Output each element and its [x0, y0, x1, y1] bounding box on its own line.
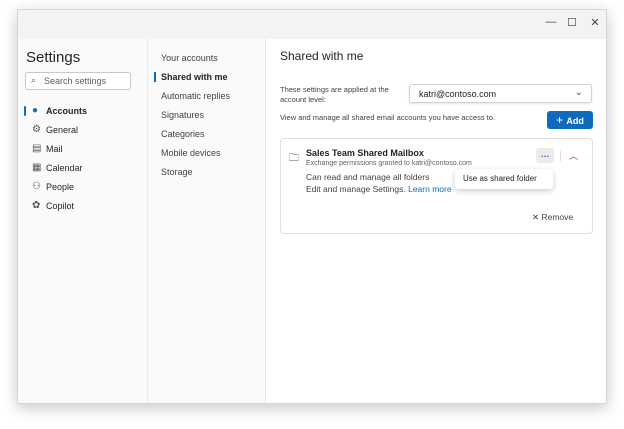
mail-icon: ▤ — [32, 143, 42, 154]
permissions-granted: Exchange permissions granted to katri@co… — [306, 160, 472, 167]
minimize-icon[interactable]: — — [544, 16, 558, 28]
nav-label: Accounts — [46, 106, 88, 116]
subnav-shared-with-me[interactable]: Shared with me — [154, 72, 228, 82]
divider — [560, 151, 561, 161]
nav-label: Mail — [46, 144, 63, 154]
nav-label: People — [46, 182, 75, 192]
maximize-icon[interactable]: ☐ — [565, 16, 579, 29]
accounts-subnav: Your accounts Shared with me Automatic r… — [148, 39, 266, 403]
sidebar-item-people[interactable]: ⚇ People — [18, 179, 146, 195]
search-input[interactable]: ⌕ Search settings — [25, 72, 131, 90]
add-button[interactable]: + Add — [547, 111, 593, 129]
gear-icon: ⚙ — [32, 124, 41, 135]
search-icon: ⌕ — [31, 75, 37, 85]
title-bar: — ☐ ✕ — [18, 10, 606, 39]
close-icon[interactable]: ✕ — [588, 16, 602, 29]
subnav-storage[interactable]: Storage — [161, 167, 193, 177]
person-icon: ● — [32, 105, 39, 116]
permission-read: Can read and manage all folders — [306, 172, 430, 182]
search-placeholder: Search settings — [44, 76, 107, 86]
sidebar-item-calendar[interactable]: ▦ Calendar — [18, 160, 146, 176]
learn-more-link[interactable]: Learn more — [408, 184, 451, 194]
sidebar-item-copilot[interactable]: ✿ Copilot — [18, 198, 146, 214]
page-title: Shared with me — [280, 49, 364, 63]
chevron-down-icon: ⌄ — [574, 87, 583, 98]
account-select[interactable]: katri@contoso.com ⌄ — [409, 84, 592, 103]
add-label: Add — [566, 116, 584, 126]
remove-label: Remove — [541, 212, 574, 222]
settings-title: Settings — [26, 49, 81, 66]
settings-window: — ☐ ✕ Settings ⌕ Search settings ● Account… — [17, 9, 607, 404]
nav-label: General — [46, 125, 79, 135]
applied-note: These settings are applied at the accoun… — [280, 85, 389, 104]
plus-icon: + — [556, 113, 567, 127]
menu-item-use-as-shared-folder[interactable]: Use as shared folder — [463, 174, 537, 183]
main-panel: Shared with me These settings are applie… — [266, 39, 606, 403]
sidebar-item-accounts[interactable]: ● Accounts — [18, 103, 146, 119]
nav-label: Copilot — [46, 201, 75, 211]
permission-edit: Edit and manage Settings. Learn more — [306, 184, 452, 194]
subnav-mobile-devices[interactable]: Mobile devices — [161, 148, 221, 158]
subnav-automatic-replies[interactable]: Automatic replies — [161, 91, 230, 101]
subnav-categories[interactable]: Categories — [161, 129, 205, 139]
shared-folder-icon: 🗀 — [289, 153, 299, 164]
settings-sidebar: Settings ⌕ Search settings ● Accounts ⚙ Gen… — [18, 39, 148, 403]
mailbox-name: Sales Team Shared Mailbox — [306, 148, 424, 158]
calendar-icon: ▦ — [32, 162, 42, 173]
people-icon: ⚇ — [32, 181, 41, 192]
account-value: katri@contoso.com — [419, 89, 497, 99]
permission-edit-text: Edit and manage Settings. — [306, 184, 406, 194]
copilot-icon: ✿ — [32, 200, 41, 211]
sidebar-item-mail[interactable]: ▤ Mail — [18, 141, 146, 157]
view-note: View and manage all shared email account… — [280, 113, 495, 122]
sidebar-item-general[interactable]: ⚙ General — [18, 122, 146, 138]
chevron-up-icon[interactable]: ︿ — [569, 149, 578, 162]
nav-label: Calendar — [46, 163, 83, 173]
remove-button[interactable]: ✕ Remove — [532, 212, 573, 223]
more-options-button[interactable]: … — [536, 148, 554, 163]
subnav-your-accounts[interactable]: Your accounts — [161, 53, 218, 63]
more-options-menu: Use as shared folder — [455, 169, 553, 189]
subnav-signatures[interactable]: Signatures — [161, 110, 204, 120]
